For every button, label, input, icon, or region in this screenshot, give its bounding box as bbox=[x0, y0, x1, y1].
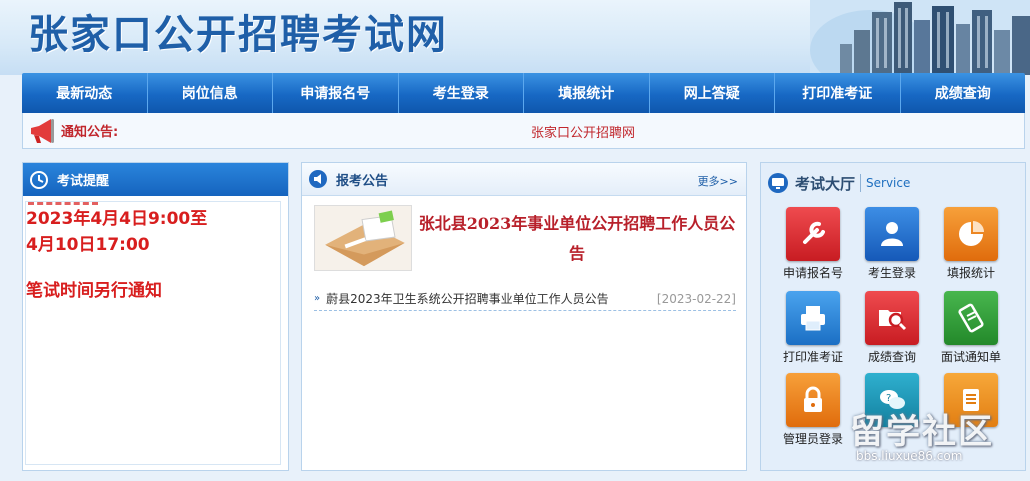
site-title[interactable]: 张家口公开招聘考试网 bbox=[28, 2, 448, 60]
exam-hall-subtitle: Service bbox=[866, 176, 911, 190]
main-nav: 最新动态 岗位信息 申请报名号 考生登录 填报统计 网上答疑 打印准考证 成绩查… bbox=[22, 73, 1025, 113]
service-apply-registration[interactable]: 申请报名号 bbox=[771, 207, 855, 281]
nav-online-qa[interactable]: 网上答疑 bbox=[650, 73, 775, 113]
nav-apply-registration[interactable]: 申请报名号 bbox=[273, 73, 399, 113]
reminder-cut-text bbox=[28, 202, 98, 206]
exam-hall-title: 考试大厅 bbox=[795, 174, 856, 193]
service-label: 管理员登录 bbox=[782, 432, 843, 446]
news-date: [2023-02-22] bbox=[656, 291, 736, 306]
header: 张家口公开招聘考试网 bbox=[0, 0, 1030, 75]
announcements-header: 报考公告 更多>> bbox=[302, 163, 746, 196]
reminder-line-3: 笔试时间另行通知 bbox=[26, 281, 162, 301]
reminder-content: 2023年4月4日9:00至 4月10日17:00 笔试时间另行通知 bbox=[25, 201, 281, 465]
monitor-icon bbox=[768, 173, 788, 193]
clock-icon bbox=[30, 170, 48, 189]
lock-icon bbox=[786, 373, 840, 427]
service-label: 考生登录 bbox=[867, 266, 916, 280]
news-list-item[interactable]: » 蔚县2023年卫生系统公开招聘事业单位工作人员公告 [2023-02-22] bbox=[314, 287, 736, 311]
watermark: 留学社区 bbs.liuxue86.com bbox=[850, 404, 1020, 474]
reminder-line-1: 2023年4月4日9:00至 bbox=[26, 209, 208, 229]
service-statistics[interactable]: 填报统计 bbox=[929, 207, 1013, 281]
featured-title[interactable]: 张北县2023年事业单位公开招聘工作人员公告 bbox=[418, 209, 736, 269]
nav-candidate-login[interactable]: 考生登录 bbox=[399, 73, 524, 113]
service-label: 填报统计 bbox=[946, 266, 995, 280]
svg-text:?: ? bbox=[886, 393, 891, 404]
double-chevron-icon: » bbox=[314, 293, 321, 304]
news-title[interactable]: 蔚县2023年卫生系统公开招聘事业单位工作人员公告 bbox=[326, 290, 609, 307]
nav-job-info[interactable]: 岗位信息 bbox=[148, 73, 273, 113]
watermark-text: 留学社区 bbox=[850, 412, 994, 452]
service-interview-notice[interactable]: 面试通知单 bbox=[929, 291, 1013, 365]
nav-score-query[interactable]: 成绩查询 bbox=[901, 73, 1026, 113]
service-score-query[interactable]: 成绩查询 bbox=[850, 291, 934, 365]
reminder-line-2: 4月10日17:00 bbox=[26, 235, 150, 255]
user-icon bbox=[865, 207, 919, 261]
reminder-header: 考试提醒 bbox=[23, 163, 288, 196]
wrench-icon bbox=[786, 207, 840, 261]
service-print-admission[interactable]: 打印准考证 bbox=[771, 291, 855, 365]
service-label: 面试通知单 bbox=[940, 350, 1001, 364]
folder-search-icon bbox=[865, 291, 919, 345]
nav-statistics[interactable]: 填报统计 bbox=[524, 73, 650, 113]
notice-label: 通知公告: bbox=[61, 125, 119, 140]
envelope-thumbnail bbox=[314, 205, 412, 271]
nav-latest-news[interactable]: 最新动态 bbox=[22, 73, 148, 113]
featured-announcement[interactable]: 张北县2023年事业单位公开招聘工作人员公告 bbox=[314, 205, 736, 273]
nav-print-admission[interactable]: 打印准考证 bbox=[775, 73, 901, 113]
printer-icon bbox=[786, 291, 840, 345]
city-skyline-banner bbox=[810, 0, 1030, 75]
title-divider bbox=[860, 174, 862, 192]
service-label: 打印准考证 bbox=[782, 350, 843, 364]
announcements-panel: 报考公告 更多>> 张北县2023年事业单位公开招聘工作人员公告 » 蔚县202… bbox=[301, 162, 747, 471]
notice-marquee-link[interactable]: 张家口公开招聘网 bbox=[531, 122, 635, 141]
watermark-url: bbs.liuxue86.com bbox=[856, 449, 963, 463]
exam-hall-header: 考试大厅 Service bbox=[761, 163, 1025, 203]
announcements-title: 报考公告 bbox=[336, 173, 389, 189]
megaphone-icon bbox=[31, 118, 54, 143]
notice-bar: 通知公告: 张家口公开招聘网 bbox=[22, 113, 1025, 149]
speaker-icon bbox=[309, 170, 327, 188]
document-icon bbox=[944, 291, 998, 345]
service-admin-login[interactable]: 管理员登录 bbox=[771, 373, 855, 447]
service-label: 成绩查询 bbox=[867, 350, 916, 364]
exam-reminder-panel: 考试提醒 2023年4月4日9:00至 4月10日17:00 笔试时间另行通知 bbox=[22, 162, 289, 471]
more-link[interactable]: 更多>> bbox=[698, 173, 738, 189]
pie-chart-icon bbox=[944, 207, 998, 261]
service-label: 申请报名号 bbox=[782, 266, 843, 280]
reminder-title: 考试提醒 bbox=[57, 174, 110, 189]
service-candidate-login[interactable]: 考生登录 bbox=[850, 207, 934, 281]
